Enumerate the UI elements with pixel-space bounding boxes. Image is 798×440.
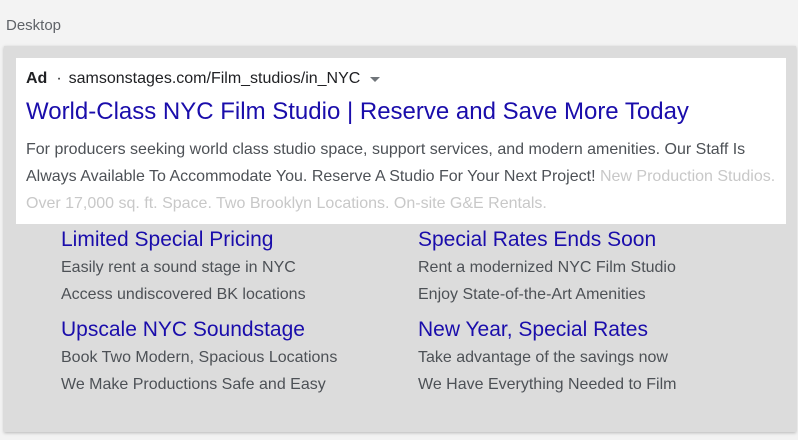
preview-frame: Ad · samsonstages.com/Film_studios/in_NY… — [4, 46, 796, 432]
sitelink-description-line: Enjoy State-of-the-Art Amenities — [418, 286, 646, 303]
search-ad-card: Ad · samsonstages.com/Film_studios/in_NY… — [16, 58, 786, 224]
sitelink: Limited Special Pricing Easily rent a so… — [61, 226, 411, 308]
ad-badge: Ad — [26, 70, 48, 87]
separator-dot: · — [56, 70, 62, 87]
sitelink: New Year, Special Rates Take advantage o… — [418, 316, 768, 398]
sitelink: Special Rates Ends Soon Rent a modernize… — [418, 226, 768, 308]
sitelink-description-line: Rent a modernized NYC Film Studio — [418, 259, 676, 276]
sitelinks-grid: Limited Special Pricing Easily rent a so… — [61, 226, 781, 401]
sitelink-description-line: Access undiscovered BK locations — [61, 286, 306, 303]
sitelink-description-line: We Make Productions Safe and Easy — [61, 376, 326, 393]
sitelink-description-line: Book Two Modern, Spacious Locations — [61, 349, 338, 366]
ad-preview-page: Desktop Ad · samsonstages.com/Film_studi… — [0, 0, 798, 440]
sitelink: Upscale NYC Soundstage Book Two Modern, … — [61, 316, 411, 398]
display-url[interactable]: samsonstages.com/Film_studios/in_NYC — [69, 70, 361, 88]
sitelink-description-line: Easily rent a sound stage in NYC — [61, 259, 296, 276]
sitelink-title-link[interactable]: Limited Special Pricing — [61, 226, 411, 254]
ad-headline-link[interactable]: World-Class NYC Film Studio | Reserve an… — [26, 98, 689, 126]
ad-meta-row: Ad · samsonstages.com/Film_studios/in_NY… — [26, 70, 381, 88]
sitelink-title-link[interactable]: Upscale NYC Soundstage — [61, 316, 411, 344]
sitelink-description-line: Take advantage of the savings now — [418, 349, 668, 366]
sitelink-description-line: We Have Everything Needed to Film — [418, 376, 677, 393]
sitelink-title-link[interactable]: New Year, Special Rates — [418, 316, 768, 344]
ad-description: For producers seeking world class studio… — [26, 136, 776, 217]
device-label: Desktop — [6, 17, 62, 34]
sitelink-title-link[interactable]: Special Rates Ends Soon — [418, 226, 768, 254]
caret-down-icon[interactable] — [370, 76, 381, 82]
